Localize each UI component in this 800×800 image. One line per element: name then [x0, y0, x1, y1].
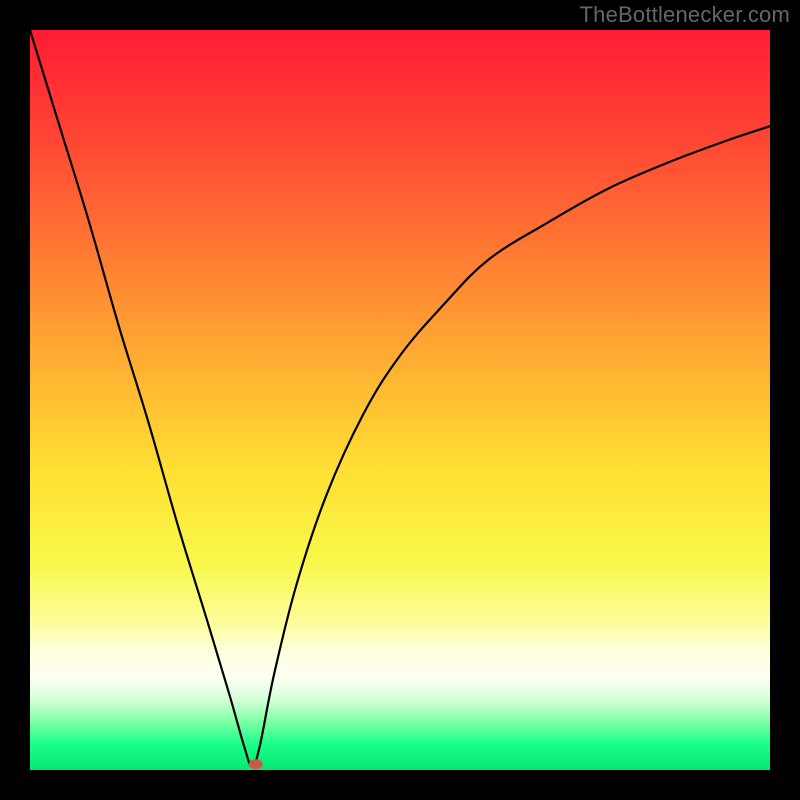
chart-frame: TheBottlenecker.com — [0, 0, 800, 800]
plot-area — [30, 30, 770, 770]
chart-svg — [30, 30, 770, 770]
minimum-marker — [249, 759, 263, 769]
watermark-text: TheBottlenecker.com — [580, 2, 790, 28]
